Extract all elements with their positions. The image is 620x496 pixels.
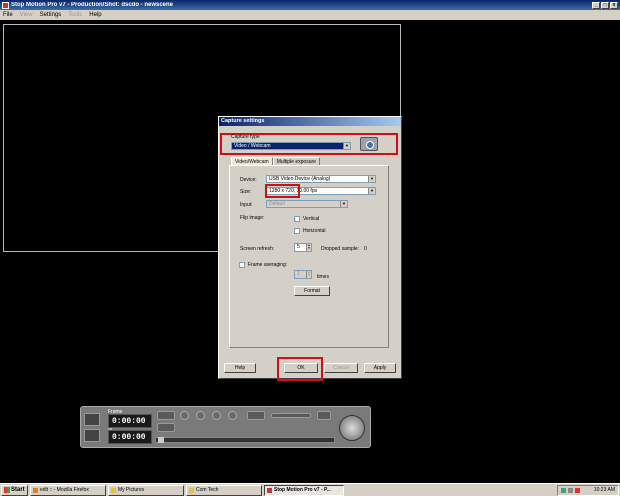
playback-control-panel: Frame of 0:00:00 0:00:00	[80, 406, 371, 448]
vertical-label: Vertical	[303, 216, 320, 222]
taskbar-item-com-tech[interactable]: Com Tech	[186, 485, 262, 496]
security-icon[interactable]	[575, 488, 580, 493]
taskbar-item-firefox[interactable]: edit :: - Mozilla Firefox	[30, 485, 106, 496]
rewind-icon[interactable]	[180, 411, 189, 420]
play-icon[interactable]	[212, 411, 221, 420]
taskbar-item-stop-motion[interactable]: Stop Motion Pro v7 - P...	[264, 485, 344, 496]
chevron-down-icon: ▼	[368, 176, 375, 182]
apply-button[interactable]: Apply	[364, 363, 396, 373]
network-icon[interactable]	[561, 488, 566, 493]
clock[interactable]: 10:23 AM	[594, 487, 615, 493]
menu-file[interactable]: File	[3, 12, 13, 18]
taskbar-item-my-pictures[interactable]: My Pictures	[108, 485, 184, 496]
playback-button-3[interactable]	[247, 411, 265, 420]
capture-knob-icon[interactable]	[339, 415, 365, 441]
folder-icon	[189, 488, 194, 493]
ok-highlight	[277, 357, 323, 381]
menu-settings[interactable]: Settings	[40, 12, 62, 18]
minimize-button[interactable]: _	[592, 1, 600, 9]
window-title: Stop Motion Pro v7 - Production/Shot: ds…	[11, 2, 174, 8]
times-label: times	[317, 274, 329, 280]
dialog-title: Capture settings	[219, 117, 401, 126]
screen-refresh-value: 5	[297, 244, 300, 250]
chevron-down-icon: ▼	[368, 188, 375, 194]
capture-type-value: Video / Webcam	[234, 143, 271, 149]
frame-averaging-value: 1	[297, 271, 300, 277]
title-bar: Stop Motion Pro v7 - Production/Shot: ds…	[0, 0, 620, 10]
menu-tools[interactable]: Tools	[68, 12, 82, 18]
format-button[interactable]: Format	[294, 286, 330, 296]
horizontal-label: Horizontal	[303, 228, 326, 234]
spinner-arrows-icon[interactable]: ▲ ▼	[306, 271, 311, 278]
chevron-down-icon: ▼	[340, 201, 347, 207]
current-frame-time: 0:00:00	[108, 414, 152, 428]
input-value: Default	[269, 201, 285, 207]
close-button[interactable]: x	[610, 1, 618, 9]
app-icon	[267, 488, 272, 493]
playback-speed-slider[interactable]	[271, 413, 311, 418]
device-value: USB Video Device (Analog)	[269, 176, 331, 182]
spinner-arrows-icon[interactable]: ▲ ▼	[306, 244, 311, 251]
frame-averaging-spinner[interactable]: 1 ▲ ▼	[294, 270, 312, 279]
playback-button-4[interactable]	[317, 411, 331, 420]
menu-help[interactable]: Help	[89, 12, 101, 18]
frame-averaging-checkbox[interactable]	[239, 262, 245, 268]
size-highlight	[265, 184, 300, 198]
step-forward-icon[interactable]	[228, 411, 237, 420]
panel-tab-bottom[interactable]	[84, 429, 100, 442]
app-icon	[2, 1, 9, 9]
total-frame-time: 0:00:00	[108, 430, 152, 444]
device-select[interactable]: USB Video Device (Analog) ▼	[266, 175, 376, 183]
folder-icon	[111, 488, 116, 493]
taskbar: Start edit :: - Mozilla Firefox My Pictu…	[0, 483, 620, 496]
start-label: Start	[11, 487, 25, 493]
size-label: Size:	[240, 189, 252, 195]
playback-button-2[interactable]	[157, 423, 175, 432]
tab-multiple-exposure[interactable]: Multiple exposure	[272, 157, 320, 165]
menu-view[interactable]: View	[20, 12, 33, 18]
screen-refresh-spinner[interactable]: 5 ▲ ▼	[294, 243, 312, 252]
dropped-sample-label: Dropped sample:	[321, 246, 360, 252]
maximize-button[interactable]: □	[601, 1, 609, 9]
vertical-checkbox[interactable]	[294, 216, 300, 222]
capture-type-select[interactable]: Video / Webcam ▼	[231, 142, 351, 150]
windows-logo-icon	[4, 487, 10, 493]
firefox-icon	[33, 488, 38, 493]
volume-icon[interactable]	[568, 488, 573, 493]
timeline-thumb[interactable]	[158, 437, 164, 443]
tab-video-webcam[interactable]: Video/Webcam	[231, 157, 273, 165]
dropped-sample-value: 0	[364, 246, 367, 252]
step-back-icon[interactable]	[196, 411, 205, 420]
input-label: Input:	[240, 202, 253, 208]
system-tray: 10:23 AM	[557, 485, 619, 496]
screen-refresh-label: Screen refresh:	[240, 246, 275, 252]
cancel-button[interactable]: Cancel	[324, 363, 358, 373]
device-label: Device:	[240, 177, 257, 183]
help-button[interactable]: Help	[224, 363, 256, 373]
menu-bar: File View Settings Tools Help	[0, 10, 620, 20]
timeline-slider[interactable]	[155, 437, 335, 443]
input-select[interactable]: Default ▼	[266, 200, 348, 208]
frame-averaging-label: Frame averaging:	[248, 262, 288, 268]
capture-type-label: Capture type	[231, 134, 260, 140]
playback-button-1[interactable]	[157, 411, 175, 420]
horizontal-checkbox[interactable]	[294, 228, 300, 234]
chevron-down-icon: ▼	[343, 143, 350, 149]
start-button[interactable]: Start	[1, 484, 28, 496]
webcam-icon[interactable]	[360, 137, 378, 151]
flip-image-label: Flip image:	[240, 215, 265, 221]
panel-tab-top[interactable]	[84, 413, 100, 426]
